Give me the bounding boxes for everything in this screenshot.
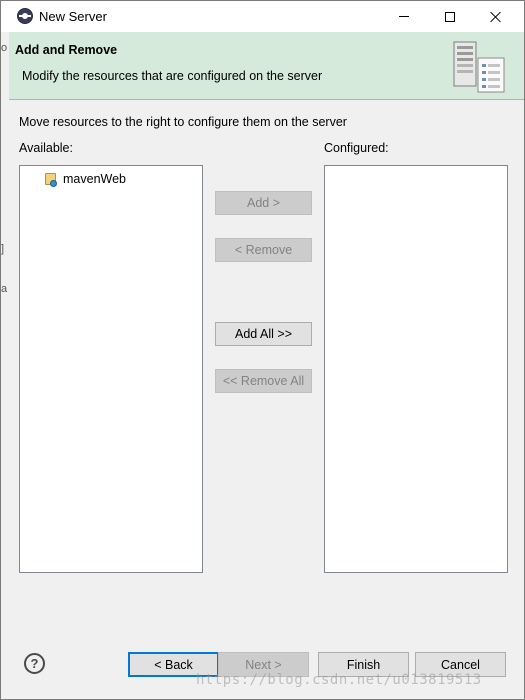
wizard-banner: Add and Remove Modify the resources that… [9,32,524,100]
list-item[interactable]: mavenWeb [44,170,126,188]
maximize-icon [445,11,455,22]
configured-label: Configured: [324,141,389,155]
configured-list[interactable] [324,165,508,573]
maximize-button[interactable] [427,1,473,32]
eclipse-app-icon [17,8,33,24]
add-all-button[interactable]: Add All >> [215,322,312,346]
window-title: New Server [39,9,107,24]
background-glyph: a [1,283,8,295]
instruction-text: Move resources to the right to configure… [19,115,347,129]
minimize-icon [399,16,409,17]
remove-all-button[interactable]: << Remove All [215,369,312,393]
help-icon[interactable]: ? [24,653,45,674]
available-list[interactable]: mavenWeb [19,165,203,573]
close-icon [490,11,502,23]
banner-description: Modify the resources that are configured… [22,69,323,83]
remove-button[interactable]: < Remove [215,238,312,262]
background-glyph: o [1,42,8,54]
new-server-dialog: o ] a New Server Add and Remove Modify t… [0,0,525,700]
server-icon [453,41,505,93]
web-project-icon [44,172,58,187]
background-window-edge: o ] a [1,32,9,632]
available-label: Available: [19,141,73,155]
background-glyph: ] [1,243,5,255]
close-button[interactable] [473,1,519,32]
title-bar[interactable]: New Server [1,1,524,32]
list-item-label: mavenWeb [63,172,126,186]
banner-title: Add and Remove [15,43,118,57]
watermark: https://blog.csdn.net/u013819513 [196,672,482,688]
minimize-button[interactable] [381,1,427,32]
add-button[interactable]: Add > [215,191,312,215]
